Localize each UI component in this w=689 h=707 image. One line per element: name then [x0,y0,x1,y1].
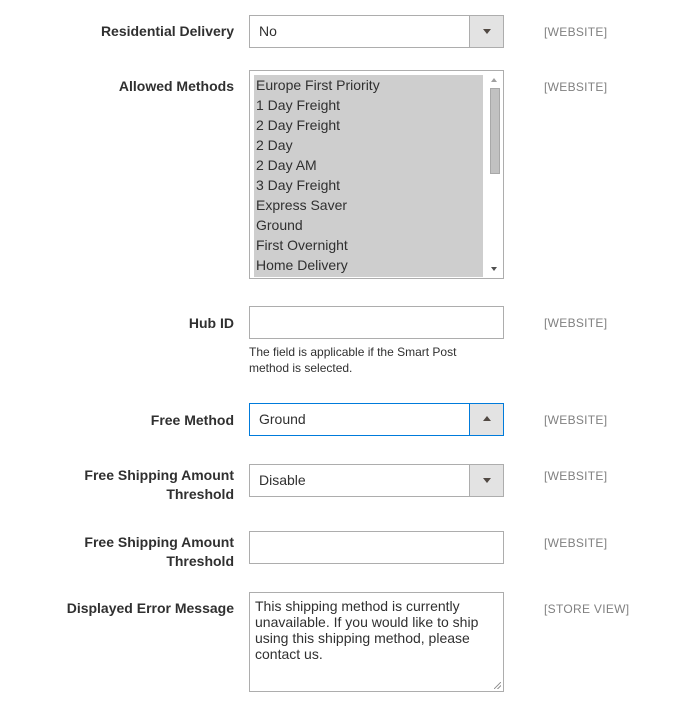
free-shipping-threshold-enable-label: Free Shipping Amount Threshold [84,467,234,502]
allowed-method-option[interactable]: 2 Day [254,135,483,155]
free-method-dropdown-button[interactable] [469,404,503,435]
free-shipping-threshold-scope: [WEBSITE] [544,536,608,550]
scroll-down-icon[interactable] [491,267,497,271]
hub-id-input[interactable] [249,306,504,339]
chevron-down-icon [483,29,491,34]
free-shipping-threshold-label: Free Shipping Amount Threshold [84,534,234,569]
allowed-method-option[interactable]: 2 Day AM [254,155,483,175]
displayed-error-message-label: Displayed Error Message [66,600,234,616]
free-shipping-threshold-enable-scope: [WEBSITE] [544,469,608,483]
free-method-scope: [WEBSITE] [544,413,608,427]
residential-delivery-select[interactable]: No [249,15,504,48]
allowed-method-option[interactable]: Home Delivery [254,255,483,275]
allowed-method-option[interactable]: 2 Day Freight [254,115,483,135]
allowed-method-option[interactable]: First Overnight [254,235,483,255]
free-shipping-threshold-enable-value: Disable [259,472,306,488]
allowed-method-option[interactable]: Europe First Priority [254,75,483,95]
hub-id-note: The field is applicable if the Smart Pos… [249,345,457,375]
allowed-methods-options: Europe First Priority 1 Day Freight 2 Day … [254,75,483,277]
hub-id-label: Hub ID [188,315,234,331]
residential-delivery-label: Residential Delivery [100,23,234,39]
allowed-methods-multiselect[interactable]: Europe First Priority 1 Day Freight 2 Day … [249,70,504,279]
resize-handle-icon[interactable] [494,682,501,689]
hub-id-scope: [WEBSITE] [544,316,608,330]
allowed-method-option[interactable]: Ground [254,215,483,235]
chevron-up-icon [483,416,491,421]
allowed-method-option[interactable]: 3 Day Freight [254,175,483,195]
residential-delivery-scope: [WEBSITE] [544,25,608,39]
allowed-method-option[interactable]: Express Saver [254,195,483,215]
chevron-down-icon [483,478,491,483]
displayed-error-message-value: This shipping method is currently unavai… [255,598,479,662]
allowed-methods-label: Allowed Methods [118,78,234,94]
residential-delivery-dropdown-button[interactable] [469,16,503,47]
free-shipping-threshold-enable-dropdown-button[interactable] [469,465,503,496]
free-shipping-threshold-enable-select[interactable]: Disable [249,464,504,497]
free-shipping-threshold-input[interactable] [249,531,504,564]
allowed-methods-scrollbar[interactable] [486,72,502,277]
free-method-label: Free Method [150,412,234,428]
allowed-methods-scope: [WEBSITE] [544,80,608,94]
allowed-method-option[interactable]: 1 Day Freight [254,95,483,115]
residential-delivery-value: No [259,23,277,39]
displayed-error-message-scope: [STORE VIEW] [544,602,630,616]
displayed-error-message-textarea[interactable]: This shipping method is currently unavai… [249,592,504,692]
scrollbar-thumb[interactable] [490,88,500,174]
free-method-value: Ground [259,411,306,427]
free-method-select[interactable]: Ground [249,403,504,436]
scroll-up-icon[interactable] [491,78,497,82]
